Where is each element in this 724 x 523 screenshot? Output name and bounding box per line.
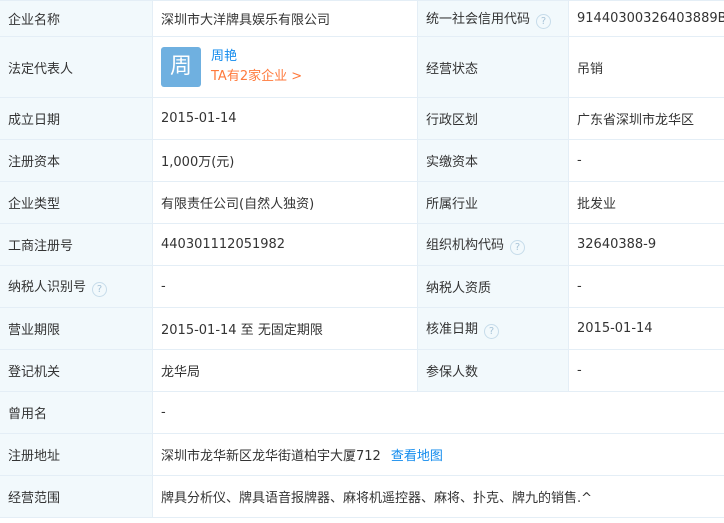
help-icon[interactable]: ? bbox=[92, 282, 108, 297]
value-reg-number: 440301112051982 bbox=[152, 223, 418, 266]
table-row: 注册资本 1,000万(元) 实缴资本 - bbox=[0, 139, 724, 182]
help-icon[interactable]: ? bbox=[484, 324, 500, 339]
value-company-type: 有限责任公司(自然人独资) bbox=[152, 181, 418, 224]
label-region: 行政区划 bbox=[417, 97, 569, 140]
label-text: 核准日期 bbox=[426, 322, 479, 337]
value-credit-code: 91440300326403889B bbox=[568, 0, 724, 37]
address-text: 深圳市龙华新区龙华街道柏宇大厦712 bbox=[161, 449, 381, 464]
label-former-name: 曾用名 bbox=[0, 391, 153, 434]
label-company-type: 企业类型 bbox=[0, 181, 153, 224]
company-info-table: 企业名称 深圳市大洋牌具娱乐有限公司 统一社会信用代码? 91440300326… bbox=[0, 0, 724, 518]
table-row: 登记机关 龙华局 参保人数 - bbox=[0, 349, 724, 392]
label-taxpayer-qual: 纳税人资质 bbox=[417, 265, 569, 308]
value-taxpayer-qual: - bbox=[568, 265, 724, 308]
label-text: 纳税人识别号 bbox=[8, 280, 87, 295]
legal-rep-name-link[interactable]: 周艳 bbox=[211, 49, 237, 64]
label-reg-capital: 注册资本 bbox=[0, 139, 153, 182]
value-insured: - bbox=[568, 349, 724, 392]
label-credit-code: 统一社会信用代码? bbox=[417, 0, 569, 37]
label-insured: 参保人数 bbox=[417, 349, 569, 392]
label-authority: 登记机关 bbox=[0, 349, 153, 392]
value-status: 吊销 bbox=[568, 36, 724, 98]
label-reg-number: 工商注册号 bbox=[0, 223, 153, 266]
value-former-name: - bbox=[152, 391, 724, 434]
label-status: 经营状态 bbox=[417, 36, 569, 98]
value-company-name: 深圳市大洋牌具娱乐有限公司 bbox=[152, 0, 418, 37]
value-legal-rep: 周周艳 TA有2家企业 > bbox=[152, 36, 418, 98]
legal-rep-info: 周艳 TA有2家企业 > bbox=[211, 47, 302, 87]
table-row: 营业期限 2015-01-14 至 无固定期限 核准日期? 2015-01-14 bbox=[0, 307, 724, 350]
value-scope: 牌具分析仪、牌具语音报牌器、麻将机遥控器、麻将、扑克、牌九的销售.^ bbox=[152, 475, 724, 518]
value-taxpayer-id: - bbox=[152, 265, 418, 308]
table-row: 曾用名 - bbox=[0, 391, 724, 434]
label-text: 统一社会信用代码 bbox=[426, 12, 531, 27]
label-paid-capital: 实缴资本 bbox=[417, 139, 569, 182]
view-map-link[interactable]: 查看地图 bbox=[391, 449, 443, 464]
value-authority: 龙华局 bbox=[152, 349, 418, 392]
legal-rep-companies-link[interactable]: TA有2家企业 > bbox=[211, 69, 302, 84]
label-org-code: 组织机构代码? bbox=[417, 223, 569, 266]
value-approval-date: 2015-01-14 bbox=[568, 307, 724, 350]
label-text: 组织机构代码 bbox=[426, 238, 505, 253]
label-approval-date: 核准日期? bbox=[417, 307, 569, 350]
label-industry: 所属行业 bbox=[417, 181, 569, 224]
value-industry: 批发业 bbox=[568, 181, 724, 224]
value-region: 广东省深圳市龙华区 bbox=[568, 97, 724, 140]
help-icon[interactable]: ? bbox=[510, 240, 526, 255]
value-org-code: 32640388-9 bbox=[568, 223, 724, 266]
help-icon[interactable]: ? bbox=[536, 14, 552, 29]
value-reg-capital: 1,000万(元) bbox=[152, 139, 418, 182]
label-legal-rep: 法定代表人 bbox=[0, 36, 153, 98]
table-row: 企业类型 有限责任公司(自然人独资) 所属行业 批发业 bbox=[0, 181, 724, 224]
table-row: 经营范围 牌具分析仪、牌具语音报牌器、麻将机遥控器、麻将、扑克、牌九的销售.^ bbox=[0, 475, 724, 518]
table-row: 成立日期 2015-01-14 行政区划 广东省深圳市龙华区 bbox=[0, 97, 724, 140]
table-row: 注册地址 深圳市龙华新区龙华街道柏宇大厦712 查看地图 bbox=[0, 433, 724, 476]
table-row: 法定代表人 周周艳 TA有2家企业 > 经营状态 吊销 bbox=[0, 36, 724, 98]
table-row: 企业名称 深圳市大洋牌具娱乐有限公司 统一社会信用代码? 91440300326… bbox=[0, 0, 724, 37]
value-paid-capital: - bbox=[568, 139, 724, 182]
label-scope: 经营范围 bbox=[0, 475, 153, 518]
label-term: 营业期限 bbox=[0, 307, 153, 350]
avatar[interactable]: 周 bbox=[161, 47, 201, 87]
label-company-name: 企业名称 bbox=[0, 0, 153, 37]
table-row: 纳税人识别号? - 纳税人资质 - bbox=[0, 265, 724, 308]
value-address: 深圳市龙华新区龙华街道柏宇大厦712 查看地图 bbox=[152, 433, 724, 476]
table-row: 工商注册号 440301112051982 组织机构代码? 32640388-9 bbox=[0, 223, 724, 266]
label-taxpayer-id: 纳税人识别号? bbox=[0, 265, 153, 308]
label-address: 注册地址 bbox=[0, 433, 153, 476]
value-established: 2015-01-14 bbox=[152, 97, 418, 140]
value-term: 2015-01-14 至 无固定期限 bbox=[152, 307, 418, 350]
label-established: 成立日期 bbox=[0, 97, 153, 140]
